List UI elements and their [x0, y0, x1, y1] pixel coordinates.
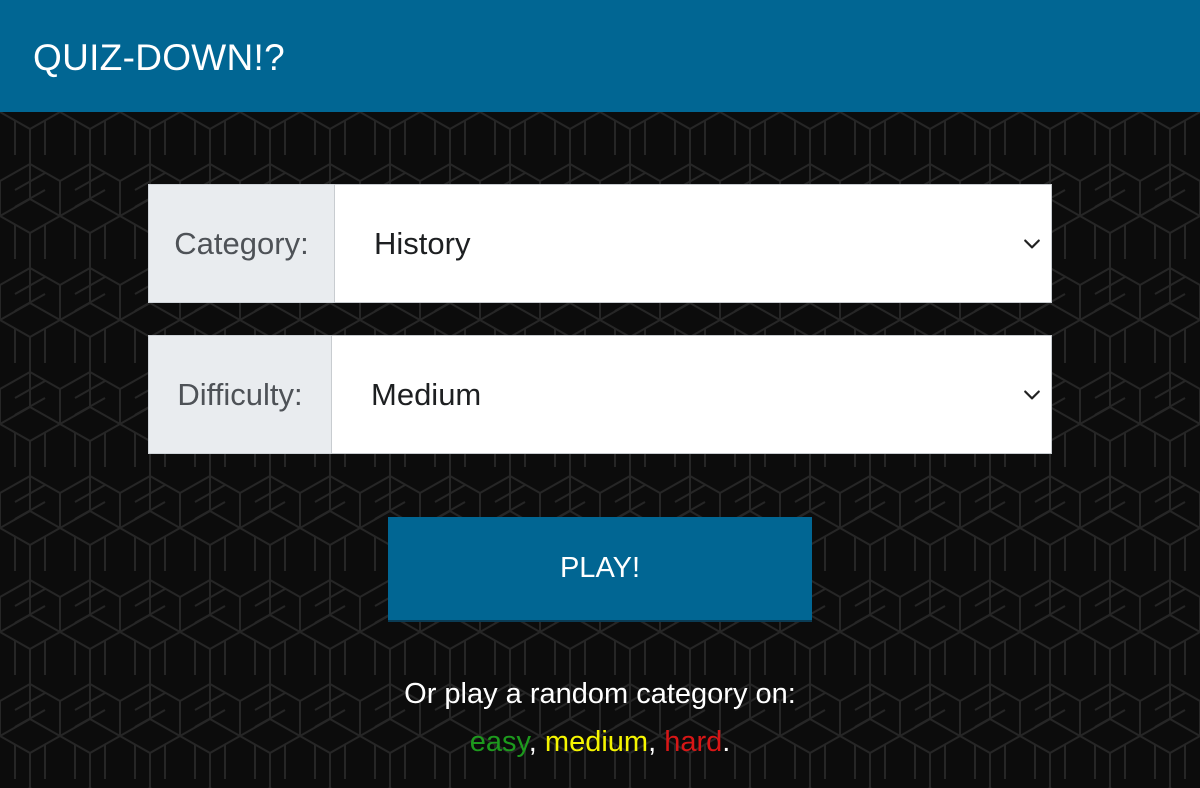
- app-title: QUIZ-DOWN!?: [33, 37, 286, 78]
- app-header: QUIZ-DOWN!?: [0, 0, 1200, 112]
- category-label: Category:: [148, 184, 334, 303]
- difficulty-row: Difficulty: Medium: [148, 335, 1052, 454]
- chevron-down-icon: [1024, 239, 1040, 248]
- difficulty-select[interactable]: Medium: [331, 335, 1052, 454]
- separator-comma: ,: [528, 726, 537, 758]
- category-row: Category: History: [148, 184, 1052, 303]
- random-hard-link[interactable]: hard: [664, 726, 722, 758]
- end-period: .: [722, 726, 731, 758]
- category-select[interactable]: History: [334, 184, 1052, 303]
- random-difficulty-links: easy, medium, hard.: [0, 724, 1200, 760]
- random-medium-link[interactable]: medium: [545, 726, 648, 758]
- difficulty-selected-value: Medium: [371, 376, 482, 412]
- play-button[interactable]: PLAY!: [388, 517, 812, 622]
- category-selected-value: History: [374, 225, 471, 261]
- random-easy-link[interactable]: easy: [470, 726, 529, 758]
- chevron-down-icon: [1024, 390, 1040, 399]
- difficulty-label: Difficulty:: [148, 335, 331, 454]
- separator-comma: ,: [648, 726, 657, 758]
- random-category-prompt: Or play a random category on:: [404, 678, 796, 710]
